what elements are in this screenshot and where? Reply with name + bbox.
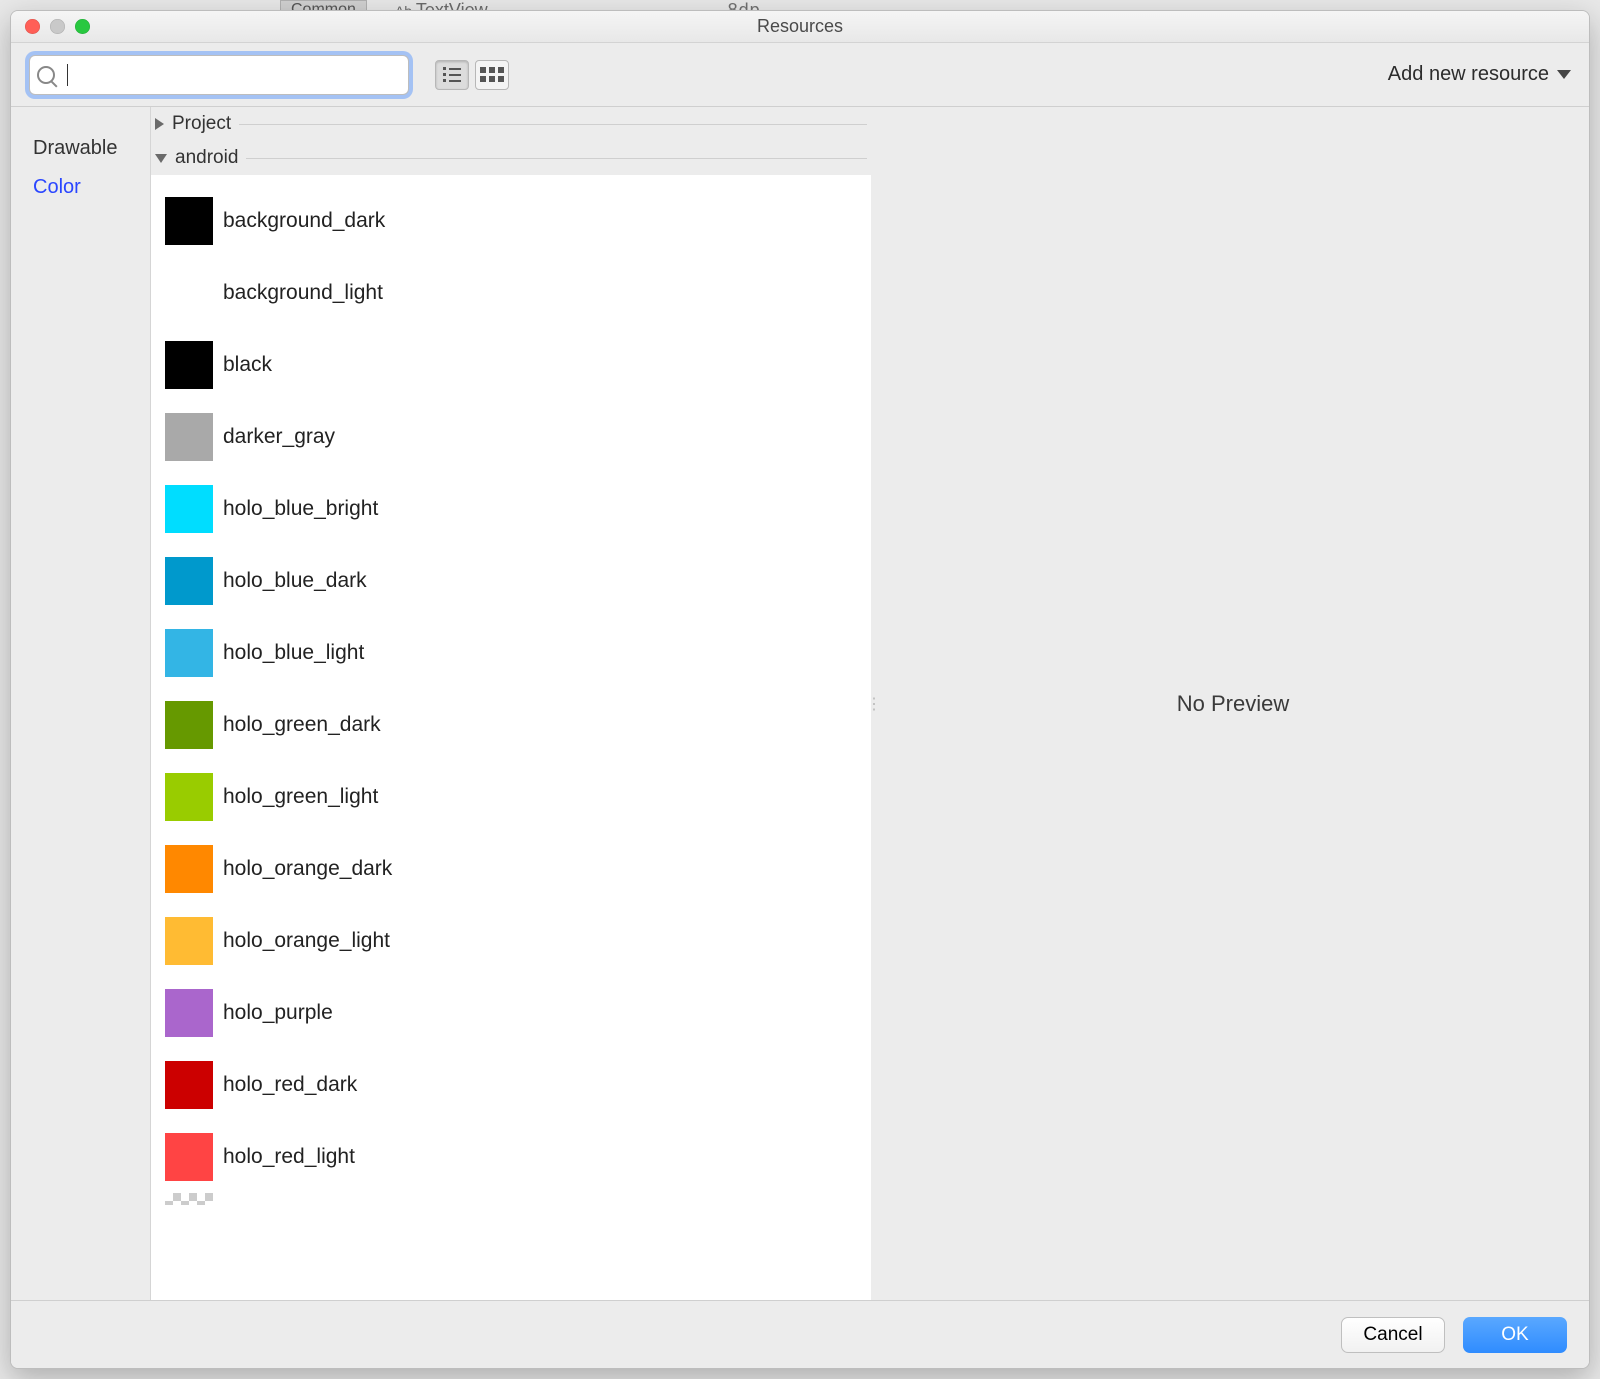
color-row[interactable]: holo_orange_light	[159, 905, 863, 977]
color-row[interactable]: holo_purple	[159, 977, 863, 1049]
color-swatch-transparent	[165, 1193, 213, 1205]
color-name: holo_blue_dark	[223, 569, 367, 593]
no-preview-label: No Preview	[1177, 691, 1289, 717]
disclosure-down-icon	[155, 154, 167, 163]
titlebar: Resources	[11, 11, 1589, 43]
color-swatch	[165, 197, 213, 245]
color-row[interactable]: holo_orange_dark	[159, 833, 863, 905]
color-name: holo_blue_light	[223, 641, 364, 665]
color-name: holo_orange_light	[223, 929, 390, 953]
color-row[interactable]: background_dark	[159, 185, 863, 257]
color-name: holo_green_light	[223, 785, 378, 809]
color-swatch	[165, 485, 213, 533]
add-new-resource-label: Add new resource	[1388, 63, 1549, 86]
resource-type-sidebar: Drawable Color	[11, 107, 151, 1300]
sidebar-item-color[interactable]: Color	[11, 168, 150, 207]
color-row[interactable]: holo_red_dark	[159, 1049, 863, 1121]
color-row[interactable]: holo_blue_bright	[159, 473, 863, 545]
add-new-resource-dropdown[interactable]: Add new resource	[1388, 63, 1571, 86]
color-name: holo_purple	[223, 1001, 333, 1025]
color-swatch	[165, 269, 213, 317]
color-name: holo_orange_dark	[223, 857, 392, 881]
color-swatch	[165, 845, 213, 893]
color-name: black	[223, 353, 272, 377]
color-name: holo_red_light	[223, 1145, 355, 1169]
color-name: background_dark	[223, 209, 385, 233]
resources-dialog: Resources Add new resource	[10, 10, 1590, 1369]
color-list[interactable]: background_dark background_light black d…	[151, 175, 871, 1300]
group-android[interactable]: android	[151, 141, 871, 175]
ok-button[interactable]: OK	[1463, 1317, 1567, 1353]
sidebar-item-drawable[interactable]: Drawable	[11, 129, 150, 168]
window-title: Resources	[11, 16, 1589, 37]
disclosure-right-icon	[155, 118, 164, 130]
color-name: holo_red_dark	[223, 1073, 357, 1097]
color-swatch	[165, 773, 213, 821]
color-swatch	[165, 629, 213, 677]
color-row[interactable]: holo_red_light	[159, 1121, 863, 1193]
text-caret	[67, 64, 68, 86]
color-swatch	[165, 701, 213, 749]
color-row[interactable]: holo_blue_light	[159, 617, 863, 689]
group-android-label: android	[175, 147, 238, 169]
color-swatch	[165, 917, 213, 965]
list-view-button[interactable]	[435, 60, 469, 90]
group-project[interactable]: Project	[151, 107, 871, 141]
preview-pane: No Preview	[877, 107, 1589, 1300]
color-name: holo_green_dark	[223, 713, 381, 737]
color-swatch	[165, 1133, 213, 1181]
color-swatch	[165, 557, 213, 605]
search-icon	[37, 66, 55, 84]
color-row[interactable]: holo_green_light	[159, 761, 863, 833]
search-field-wrap	[29, 55, 409, 95]
grid-view-button[interactable]	[475, 60, 509, 90]
color-name: background_light	[223, 281, 383, 305]
color-swatch	[165, 413, 213, 461]
grid-icon	[480, 67, 504, 82]
resource-list-pane: Project android background_dark back	[151, 107, 871, 1300]
color-row[interactable]: holo_blue_dark	[159, 545, 863, 617]
color-swatch	[165, 341, 213, 389]
color-row[interactable]: background_light	[159, 257, 863, 329]
color-swatch	[165, 989, 213, 1037]
dialog-footer: Cancel OK	[11, 1300, 1589, 1368]
list-icon	[443, 67, 461, 82]
cancel-button[interactable]: Cancel	[1341, 1317, 1445, 1353]
color-row[interactable]: holo_green_dark	[159, 689, 863, 761]
color-name: holo_blue_bright	[223, 497, 378, 521]
group-project-label: Project	[172, 113, 231, 135]
toolbar: Add new resource	[11, 43, 1589, 107]
color-row[interactable]: black	[159, 329, 863, 401]
chevron-down-icon	[1557, 70, 1571, 79]
view-mode-toggle	[435, 60, 509, 90]
color-name: darker_gray	[223, 425, 335, 449]
search-input[interactable]	[29, 55, 409, 95]
color-swatch	[165, 1061, 213, 1109]
color-row[interactable]: darker_gray	[159, 401, 863, 473]
color-row-partial[interactable]	[159, 1193, 863, 1209]
